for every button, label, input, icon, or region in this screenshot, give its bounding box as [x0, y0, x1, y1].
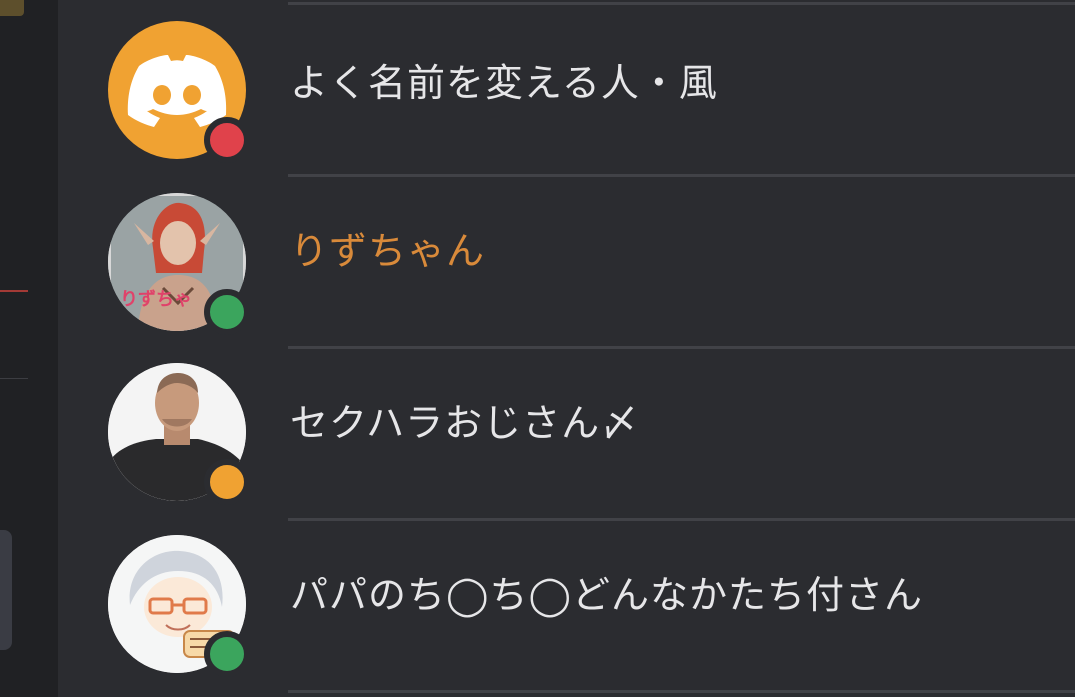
- member-list: よく名前を変える人・風 りずちゃ りずちゃん セクハラおじさん〆 パパのち◯ち◯…: [58, 0, 1075, 697]
- member-name: パパのち◯ち◯どんなかたち付さん: [290, 573, 924, 617]
- svg-text:りずちゃ: りずちゃ: [120, 289, 192, 310]
- member-row[interactable]: りずちゃ りずちゃん: [58, 177, 1075, 349]
- status-online-indicator: [204, 289, 250, 335]
- member-name: セクハラおじさん〆: [290, 401, 640, 445]
- status-idle-indicator: [204, 459, 250, 505]
- left-panel-edge: [0, 0, 58, 697]
- tab-stub: [0, 0, 24, 16]
- member-name: よく名前を変える人・風: [290, 61, 718, 105]
- avatar[interactable]: りずちゃ: [108, 193, 250, 335]
- divider: [0, 378, 28, 379]
- status-online-indicator: [204, 631, 250, 677]
- avatar[interactable]: [108, 21, 250, 163]
- avatar[interactable]: [108, 535, 250, 677]
- member-row[interactable]: パパのち◯ち◯どんなかたち付さん: [58, 521, 1075, 693]
- member-row[interactable]: よく名前を変える人・風: [58, 5, 1075, 177]
- member-name: りずちゃん: [290, 229, 486, 273]
- panel-block: [0, 530, 12, 650]
- avatar[interactable]: [108, 363, 250, 505]
- member-row[interactable]: セクハラおじさん〆: [58, 349, 1075, 521]
- unread-divider: [0, 290, 28, 292]
- status-dnd-indicator: [204, 117, 250, 163]
- member-list-screen: よく名前を変える人・風 りずちゃ りずちゃん セクハラおじさん〆 パパのち◯ち◯…: [0, 0, 1075, 697]
- divider: [288, 690, 1075, 693]
